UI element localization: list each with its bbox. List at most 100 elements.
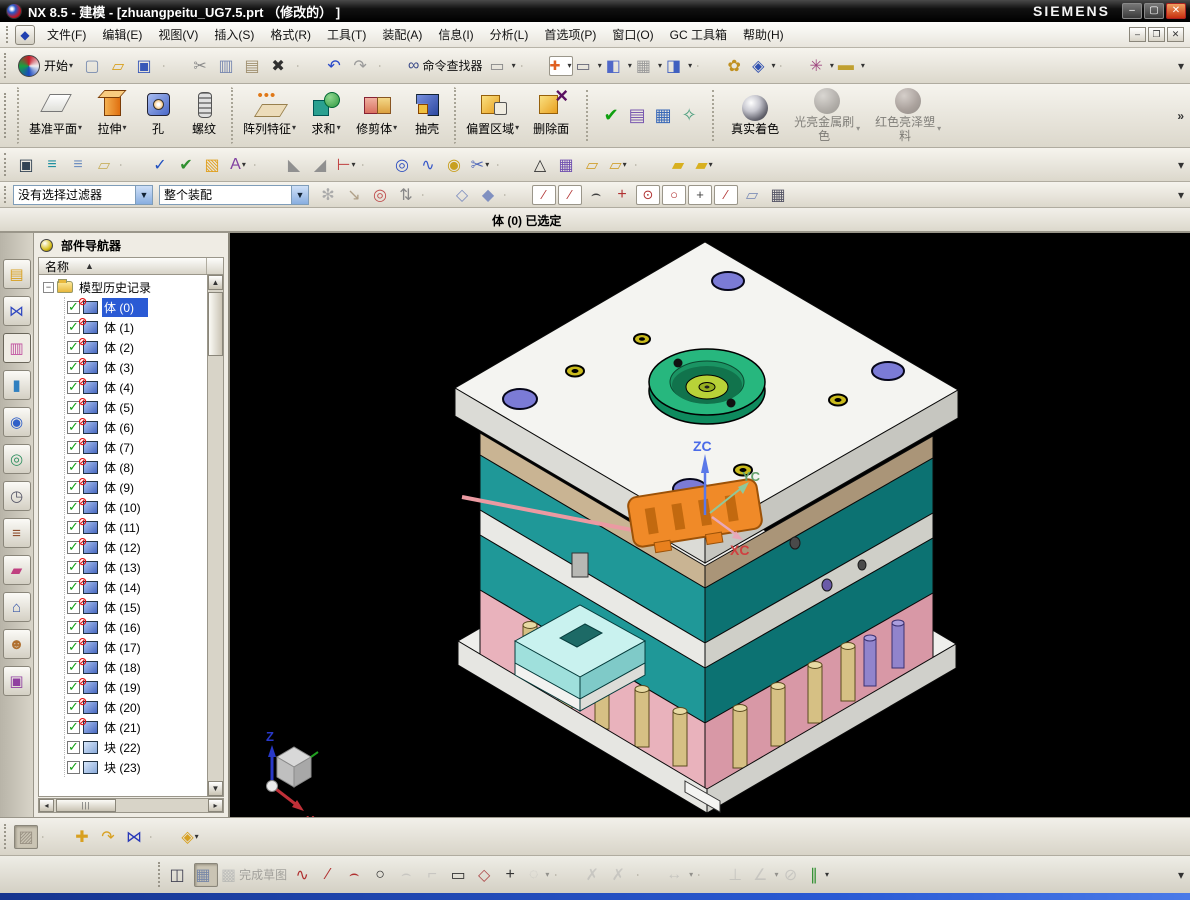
maximize-button[interactable] [1144,3,1164,19]
navigator-tree-item[interactable]: 体 (19) [39,677,207,697]
navigator-tree-item[interactable]: 体 (17) [39,637,207,657]
collapse-icon[interactable]: − [43,282,54,293]
navigator-tree-item[interactable]: 体 (6) [39,417,207,437]
navigator-tree-item[interactable]: 体 (1) [39,317,207,337]
layer-settings-icon[interactable]: ≡ ▾ [66,153,90,177]
navigator-tree-item[interactable]: 块 (23) [39,757,207,777]
基准平面[interactable]: 基准平面 ▾ [17,87,89,144]
删除面[interactable]: 删除面 ▾ [526,87,576,144]
minimize-button[interactable] [1122,3,1142,19]
navigator-tree-item[interactable]: 体 (14) [39,577,207,597]
layer-stack-icon[interactable]: ≡ ▾ [40,153,64,177]
add-component-icon[interactable]: ✚ ▾ [70,825,94,849]
part-info-table-icon[interactable]: ▦ [651,103,675,127]
geometric-constraints-icon[interactable]: ⊥ ▾ [726,863,750,887]
app-menu-icon[interactable]: ◆ [15,25,35,45]
window-layout-icon[interactable]: ◈ ▾ [751,54,776,78]
cut-icon[interactable]: ✂ ▾ [191,54,215,78]
navigator-tree-item[interactable]: 体 (7) [39,437,207,457]
draft-analysis-icon[interactable]: ◣ ▾ [282,153,306,177]
triangle-mesh-icon[interactable]: △ ▾ [528,153,552,177]
menu-item[interactable]: 窗口(O) [604,23,661,46]
clip-section-icon[interactable]: ◨ ▾ [665,54,693,78]
highlight-body-icon[interactable]: ◇ [450,183,474,207]
navigator-tree-item[interactable]: 体 (18) [39,657,207,677]
pattern-component-icon[interactable]: ◈ ▾ [178,825,202,849]
align-lock-icon[interactable]: ⇅ [394,183,418,207]
snap-point-icon[interactable]: ✳ ▾ [808,54,834,78]
general-selection-icon[interactable]: ✻ [316,183,340,207]
separator[interactable]: ▾ [697,65,721,67]
roles-icon[interactable]: ☻ [3,629,31,659]
separator[interactable]: ▾ [698,874,722,876]
shaded-body-icon[interactable]: ◆ [476,183,500,207]
separator[interactable]: ▾ [42,836,66,838]
navigator-tree-item[interactable]: 体 (10) [39,497,207,517]
mdi-close-button[interactable]: ✕ [1167,27,1184,42]
start-menu-button[interactable]: 开始 ▾ [13,53,78,79]
palettes-icon[interactable]: ▣ [3,666,31,696]
scrollbar-thumb[interactable] [208,292,223,356]
finish-sketch-button[interactable]: ▩ 完成草图 ▾ [220,863,291,887]
tube-icon[interactable]: ◎ ▾ [390,153,414,177]
column-name[interactable]: 名称 ▲ [39,258,207,274]
polygon-icon[interactable]: ◇ ▾ [475,863,499,887]
separator[interactable]: ▾ [150,836,174,838]
background-icon[interactable]: ▦ ▾ [635,54,663,78]
selection-filter-dropdown[interactable]: 没有选择过滤器 ▼ [13,185,153,205]
dropdown-arrow-icon[interactable]: ▼ [135,186,152,204]
move-component-icon[interactable]: ↷ ▾ [96,825,120,849]
point-icon[interactable]: + ▾ [501,863,525,887]
阵列特征[interactable]: 阵列特征 ▾ [231,87,303,144]
toolbar-overflow-chevron[interactable]: ▾ [1178,868,1184,882]
group-folder-icon[interactable]: ▱ ▾ [606,153,630,177]
separator[interactable]: ▾ [780,65,804,67]
offset-curve-icon[interactable]: ◌ ▾ [527,863,551,887]
separator[interactable]: ▾ [120,164,144,166]
sketch-task-icon[interactable]: ◫ ▾ [168,863,192,887]
separator[interactable]: ▾ [362,164,386,166]
navigator-tree-item[interactable]: 体 (9) [39,477,207,497]
toolbar-overflow-chevron[interactable]: » [1177,109,1184,123]
孔[interactable]: 孔 ▾ [135,87,181,144]
navigator-tree-item[interactable]: 体 (13) [39,557,207,577]
auto-constrain-icon[interactable]: ∥ ▾ [808,863,832,887]
menu-item[interactable]: 视图(V) [150,23,206,46]
menu-item[interactable]: 工具(T) [319,23,374,46]
command-finder-icon[interactable]: ∞ 命令查找器 ▾ [407,54,486,78]
point-set-folder-icon[interactable]: ▱ ▾ [580,153,604,177]
display-mode-icon[interactable]: ▭ ▾ [488,54,516,78]
sketch-grid-icon[interactable]: ▦ ▾ [194,863,218,887]
part-navigator-icon[interactable]: ▥ [3,333,31,363]
end-point-snap-icon[interactable]: ∕ [532,185,556,205]
profile-icon[interactable]: ∿ ▾ [293,863,317,887]
display-constraints-icon[interactable]: ⊘ ▾ [782,863,806,887]
navigator-tree-item[interactable]: 体 (16) [39,617,207,637]
navigator-tree-item[interactable]: 体 (11) [39,517,207,537]
assembly-constraints-icon[interactable]: ⋈ ▾ [122,825,146,849]
quick-extend-icon[interactable]: ✗ ▾ [609,863,633,887]
toolbar-overflow-chevron[interactable]: ▾ [1178,59,1184,73]
heal-check-icon[interactable]: ✔ ▾ [174,153,198,177]
scrollbar-thumb[interactable]: ||| [56,799,116,812]
face-analysis-icon[interactable]: ◢ ▾ [308,153,332,177]
navigator-tree-item[interactable]: 体 (15) [39,597,207,617]
spring-tool-icon[interactable]: ∿ ▾ [416,153,440,177]
navigator-tree-item[interactable]: 体 (0) [39,297,207,317]
control-point-snap-icon[interactable]: ⌢ [584,183,608,207]
fit-view-icon[interactable]: ✚ ▾ [549,56,573,76]
bounding-body-alt-icon[interactable]: ▰ ▾ [692,153,716,177]
求和[interactable]: 求和 ▾ [303,87,349,144]
point-on-curve-snap-icon[interactable]: ∕ [714,185,738,205]
constraint-navigator-icon[interactable]: ⋈ [3,296,31,326]
web-browser-icon[interactable]: ◎ [3,444,31,474]
separator[interactable]: ▾ [637,874,661,876]
separator[interactable]: ▾ [163,65,187,67]
fillet-icon[interactable]: ⌢ ▾ [397,863,421,887]
line-icon[interactable]: ∕ ▾ [319,863,343,887]
orient-view-icon[interactable]: ✧ [677,103,701,127]
circle-icon[interactable]: ○ ▾ [371,863,395,887]
menu-item[interactable]: 插入(S) [206,23,262,46]
wrap-geometry-icon[interactable]: ✂ ▾ [468,153,492,177]
toolbar-overflow-chevron[interactable]: ▾ [1178,158,1184,172]
